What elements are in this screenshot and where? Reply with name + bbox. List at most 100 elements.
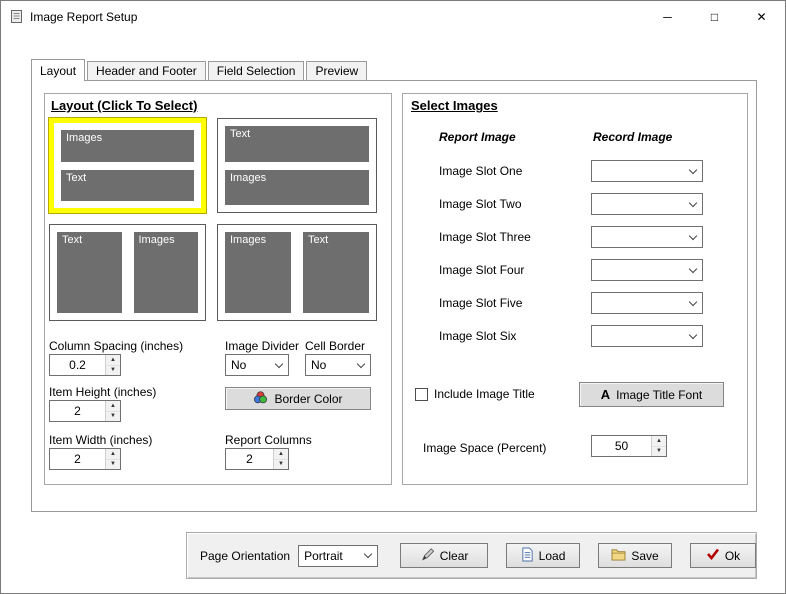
layout-block-images: Images <box>61 130 194 162</box>
spinner-buttons: ▲ ▼ <box>105 401 120 421</box>
chevron-down-icon <box>684 293 702 313</box>
tab-header-and-footer[interactable]: Header and Footer <box>87 61 206 80</box>
layout-block-text: Text <box>57 232 122 313</box>
image-slot-six-label: Image Slot Six <box>439 329 517 343</box>
load-button[interactable]: Load <box>506 543 581 568</box>
column-spacing-input[interactable]: 0.2 ▲ ▼ <box>49 354 121 376</box>
report-image-header: Report Image <box>439 130 516 144</box>
column-spacing-label: Column Spacing (inches) <box>49 339 184 353</box>
page-orientation-select[interactable]: Portrait <box>298 544 379 567</box>
close-button[interactable]: ✕ <box>738 1 785 32</box>
item-width-label: Item Width (inches) <box>49 433 153 447</box>
spin-up-icon[interactable]: ▲ <box>106 401 120 412</box>
layout-block-text: Text <box>225 126 369 162</box>
image-slot-two-label: Image Slot Two <box>439 197 522 211</box>
image-space-label: Image Space (Percent) <box>423 441 547 455</box>
minimize-button[interactable]: ─ <box>644 1 691 32</box>
layout-tab-page: Layout (Click To Select) Images Text Tex… <box>31 80 757 512</box>
layout-groupbox: Layout (Click To Select) Images Text Tex… <box>44 93 392 485</box>
minimize-icon: ─ <box>663 9 672 24</box>
layout-option-text-beside-images[interactable]: Text Images <box>49 224 206 321</box>
border-color-button[interactable]: Border Color <box>225 387 371 410</box>
item-width-input[interactable]: 2 ▲ ▼ <box>49 448 121 470</box>
layout-block-images: Images <box>225 169 369 205</box>
image-slot-three-label: Image Slot Three <box>439 230 531 244</box>
image-slot-three-select[interactable] <box>591 226 703 248</box>
layout-option-text-over-images[interactable]: Text Images <box>217 118 377 213</box>
colors-icon <box>253 390 268 407</box>
footer-bar: Page Orientation Portrait Clear Load Sav… <box>186 532 757 579</box>
image-slot-five-select[interactable] <box>591 292 703 314</box>
spin-up-icon[interactable]: ▲ <box>652 436 666 447</box>
item-height-label: Item Height (inches) <box>49 385 157 399</box>
chevron-down-icon <box>684 227 702 247</box>
spin-down-icon[interactable]: ▼ <box>652 446 666 456</box>
cell-border-label: Cell Border <box>305 339 366 353</box>
image-slot-four-label: Image Slot Four <box>439 263 525 277</box>
chevron-down-icon <box>684 161 702 181</box>
record-image-header: Record Image <box>593 130 673 144</box>
clear-button[interactable]: Clear <box>400 543 489 568</box>
spin-down-icon[interactable]: ▼ <box>106 459 120 469</box>
spinner-buttons: ▲ ▼ <box>273 449 288 469</box>
item-height-value: 2 <box>74 404 81 418</box>
layout-block-text: Text <box>61 169 194 201</box>
pencil-icon <box>420 547 435 565</box>
image-space-input[interactable]: 50 ▲ ▼ <box>591 435 667 457</box>
check-icon <box>706 548 720 563</box>
layout-option-images-beside-text[interactable]: Images Text <box>217 224 377 321</box>
spin-up-icon[interactable]: ▲ <box>274 449 288 460</box>
tab-strip: Layout Header and Footer Field Selection… <box>31 59 369 81</box>
spin-down-icon[interactable]: ▼ <box>106 365 120 375</box>
save-label: Save <box>631 548 659 563</box>
layout-block-text: Text <box>303 232 369 313</box>
spinner-buttons: ▲ ▼ <box>105 355 120 375</box>
cell-border-value: No <box>311 358 327 372</box>
document-icon <box>521 547 534 565</box>
spinner-buttons: ▲ ▼ <box>651 436 666 456</box>
image-divider-select[interactable]: No <box>225 354 289 376</box>
maximize-icon: □ <box>710 9 719 24</box>
layout-option-images-over-text[interactable]: Images Text <box>48 117 207 214</box>
spin-down-icon[interactable]: ▼ <box>274 459 288 469</box>
spin-up-icon[interactable]: ▲ <box>106 355 120 366</box>
ok-label: Ok <box>724 548 741 563</box>
titlebar: Image Report Setup ─ □ ✕ <box>1 1 785 32</box>
layout-group-title: Layout (Click To Select) <box>51 98 198 113</box>
report-columns-label: Report Columns <box>225 433 312 447</box>
layout-option-preview: Text Images <box>218 119 376 212</box>
tab-layout[interactable]: Layout <box>31 59 86 81</box>
spinner-buttons: ▲ ▼ <box>105 449 120 469</box>
image-divider-value: No <box>231 358 247 372</box>
item-height-input[interactable]: 2 ▲ ▼ <box>49 400 121 422</box>
include-image-title-checkbox[interactable] <box>415 388 428 401</box>
layout-option-preview: Text Images <box>50 225 205 320</box>
layout-option-preview: Images Text <box>218 225 376 320</box>
column-spacing-value: 0.2 <box>69 358 86 372</box>
image-slot-six-select[interactable] <box>591 325 703 347</box>
image-title-font-label: Image Title Font <box>616 387 703 402</box>
image-report-setup-window: Image Report Setup ─ □ ✕ Layout Header a… <box>0 0 786 594</box>
maximize-button[interactable]: □ <box>691 1 738 32</box>
ok-button[interactable]: Ok <box>690 543 756 568</box>
image-title-font-button[interactable]: A Image Title Font <box>579 382 724 407</box>
chevron-down-icon <box>684 194 702 214</box>
page-orientation-label: Page Orientation <box>200 548 291 563</box>
include-image-title-label: Include Image Title <box>434 387 535 401</box>
report-columns-input[interactable]: 2 ▲ ▼ <box>225 448 289 470</box>
tab-preview[interactable]: Preview <box>306 61 368 80</box>
chevron-down-icon <box>359 546 377 566</box>
page-orientation-value: Portrait <box>304 548 343 563</box>
chevron-down-icon <box>684 260 702 280</box>
spin-up-icon[interactable]: ▲ <box>106 449 120 460</box>
save-button[interactable]: Save <box>598 543 672 568</box>
image-slot-four-select[interactable] <box>591 259 703 281</box>
image-space-value: 50 <box>614 439 629 453</box>
font-icon: A <box>600 387 611 402</box>
cell-border-select[interactable]: No <box>305 354 371 376</box>
spin-down-icon[interactable]: ▼ <box>106 411 120 421</box>
item-width-value: 2 <box>74 452 81 466</box>
tab-field-selection[interactable]: Field Selection <box>207 61 305 80</box>
image-slot-one-select[interactable] <box>591 160 703 182</box>
image-slot-two-select[interactable] <box>591 193 703 215</box>
